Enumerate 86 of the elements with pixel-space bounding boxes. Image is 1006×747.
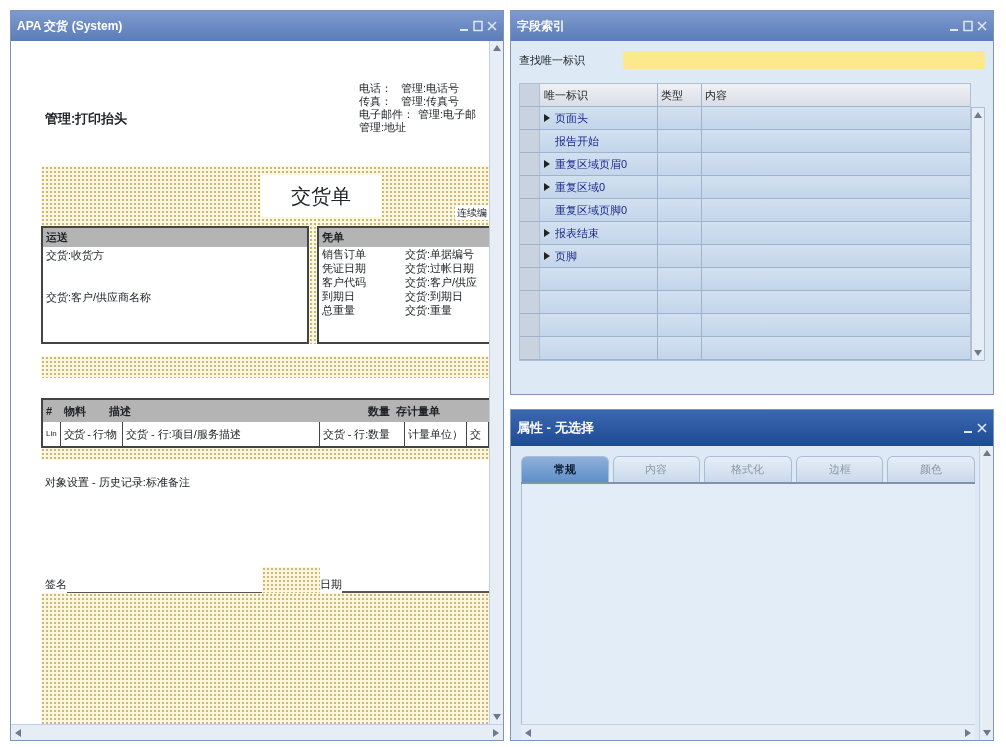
grid-row[interactable]: 重复区域页眉0 [520,153,970,176]
field-label: 传真： [359,94,393,108]
tree-item[interactable]: 页脚 [555,247,577,265]
signature-label: 签名 [44,577,67,592]
column-header: 类型 [658,84,702,106]
doc-note: 连续编 [455,205,489,220]
spacer-band [262,566,320,593]
column-header: 数量 [367,403,391,419]
scroll-down-icon[interactable] [974,350,982,356]
scroll-up-icon[interactable] [974,112,982,118]
scroll-up-icon[interactable] [982,450,991,456]
scroll-down-icon[interactable] [982,730,991,736]
tree-item[interactable]: 页面头 [555,109,588,127]
maximize-icon[interactable] [473,20,483,32]
window-title: 属性 - 无选择 [517,419,594,438]
vertical-scrollbar[interactable] [971,107,985,361]
scroll-down-icon[interactable] [492,714,501,720]
grid-row[interactable]: 页脚 [520,245,970,268]
grid-row[interactable]: 报告开始 [520,130,970,153]
column-header: 存计量单 [395,403,441,419]
table-cell: 交货 - 行:数量 [319,422,406,446]
tree-item[interactable]: 报告开始 [555,132,599,150]
scroll-right-icon[interactable] [493,728,499,737]
horizontal-scrollbar[interactable] [11,724,503,740]
field-value: 管理:电话号 [401,81,460,95]
close-icon[interactable] [977,422,987,434]
column-header: 内容 [704,87,728,103]
search-label: 查找唯一标识 [519,52,586,68]
close-icon[interactable] [977,20,987,32]
horizontal-scrollbar[interactable] [521,724,975,740]
tree-item[interactable]: 报表结束 [555,224,599,242]
grid-row[interactable]: 重复区域页脚0 [520,199,970,222]
tree-item[interactable]: 重复区域页眉0 [555,155,628,173]
field-value: 交货:重量 [405,302,453,317]
tab[interactable]: 常规 [521,456,609,482]
box-field: 交货:收货方 [43,246,307,263]
expand-arrow-icon[interactable] [544,160,550,168]
document-title: 交货单 [261,175,381,217]
grid-row[interactable]: 报表结束 [520,222,970,245]
expand-arrow-icon[interactable] [544,252,550,260]
scroll-right-icon[interactable] [965,728,971,737]
field-label: 销售订单 [321,246,367,261]
expand-arrow-icon[interactable] [544,183,550,191]
window-title: 字段索引 [517,18,565,35]
field-value: 交货:过帐日期 [405,260,475,275]
field-label: 电话： [359,81,393,95]
field-value: 交货:到期日 [405,288,464,303]
address-field: 管理:地址 [359,120,489,134]
vertical-scrollbar[interactable] [489,41,503,724]
field-label: 客户代码 [321,274,367,289]
expand-arrow-icon[interactable] [544,114,550,122]
box-heading: 凭单 [319,228,489,247]
remarks-field: 对象设置 - 历史记录:标准备注 [41,474,489,491]
field-value: 交货:单据编号 [405,246,475,261]
field-value: 管理:电子邮 [418,107,477,121]
vertical-scrollbar[interactable] [979,446,993,740]
table-cell: 计量单位） [405,422,468,446]
grid-row[interactable]: 页面头 [520,107,970,130]
date-label: 日期 [320,577,342,592]
scroll-left-icon[interactable] [15,728,21,737]
expand-arrow-icon[interactable] [544,229,550,237]
table-cell: Lin [43,422,61,446]
box-field: 交货:客户/供应商名称 [43,289,307,306]
scroll-up-icon[interactable] [492,45,501,51]
grid-row[interactable]: 重复区域0 [520,176,970,199]
field-label: 凭证日期 [321,260,367,275]
maximize-icon[interactable] [963,20,973,32]
tree-item[interactable]: 重复区域页脚0 [555,201,628,219]
table-cell: 交货 - 行:项目/服务描述 [122,422,320,446]
column-header: 物料 [63,403,87,419]
column-header: # [45,403,54,419]
field-value: 交货:客户/供应 [405,274,478,289]
field-label: 总重量 [321,302,356,317]
tree-item[interactable]: 重复区域0 [555,178,606,196]
field-label: 到期日 [321,288,356,303]
column-header: 描述 [108,403,132,419]
field-value: 管理:传真号 [401,94,460,108]
print-heading: 管理:打印抬头 [45,109,128,128]
column-header: 唯一标识 [540,84,658,106]
search-field[interactable] [623,51,985,69]
field-label: 电子邮件： [359,107,414,121]
box-heading: 运送 [43,228,307,247]
window-title: APA 交货 (System) [17,18,123,35]
table-cell: 交货 - 行:物 [60,422,123,446]
scroll-left-icon[interactable] [525,728,531,737]
close-icon[interactable] [487,20,497,32]
